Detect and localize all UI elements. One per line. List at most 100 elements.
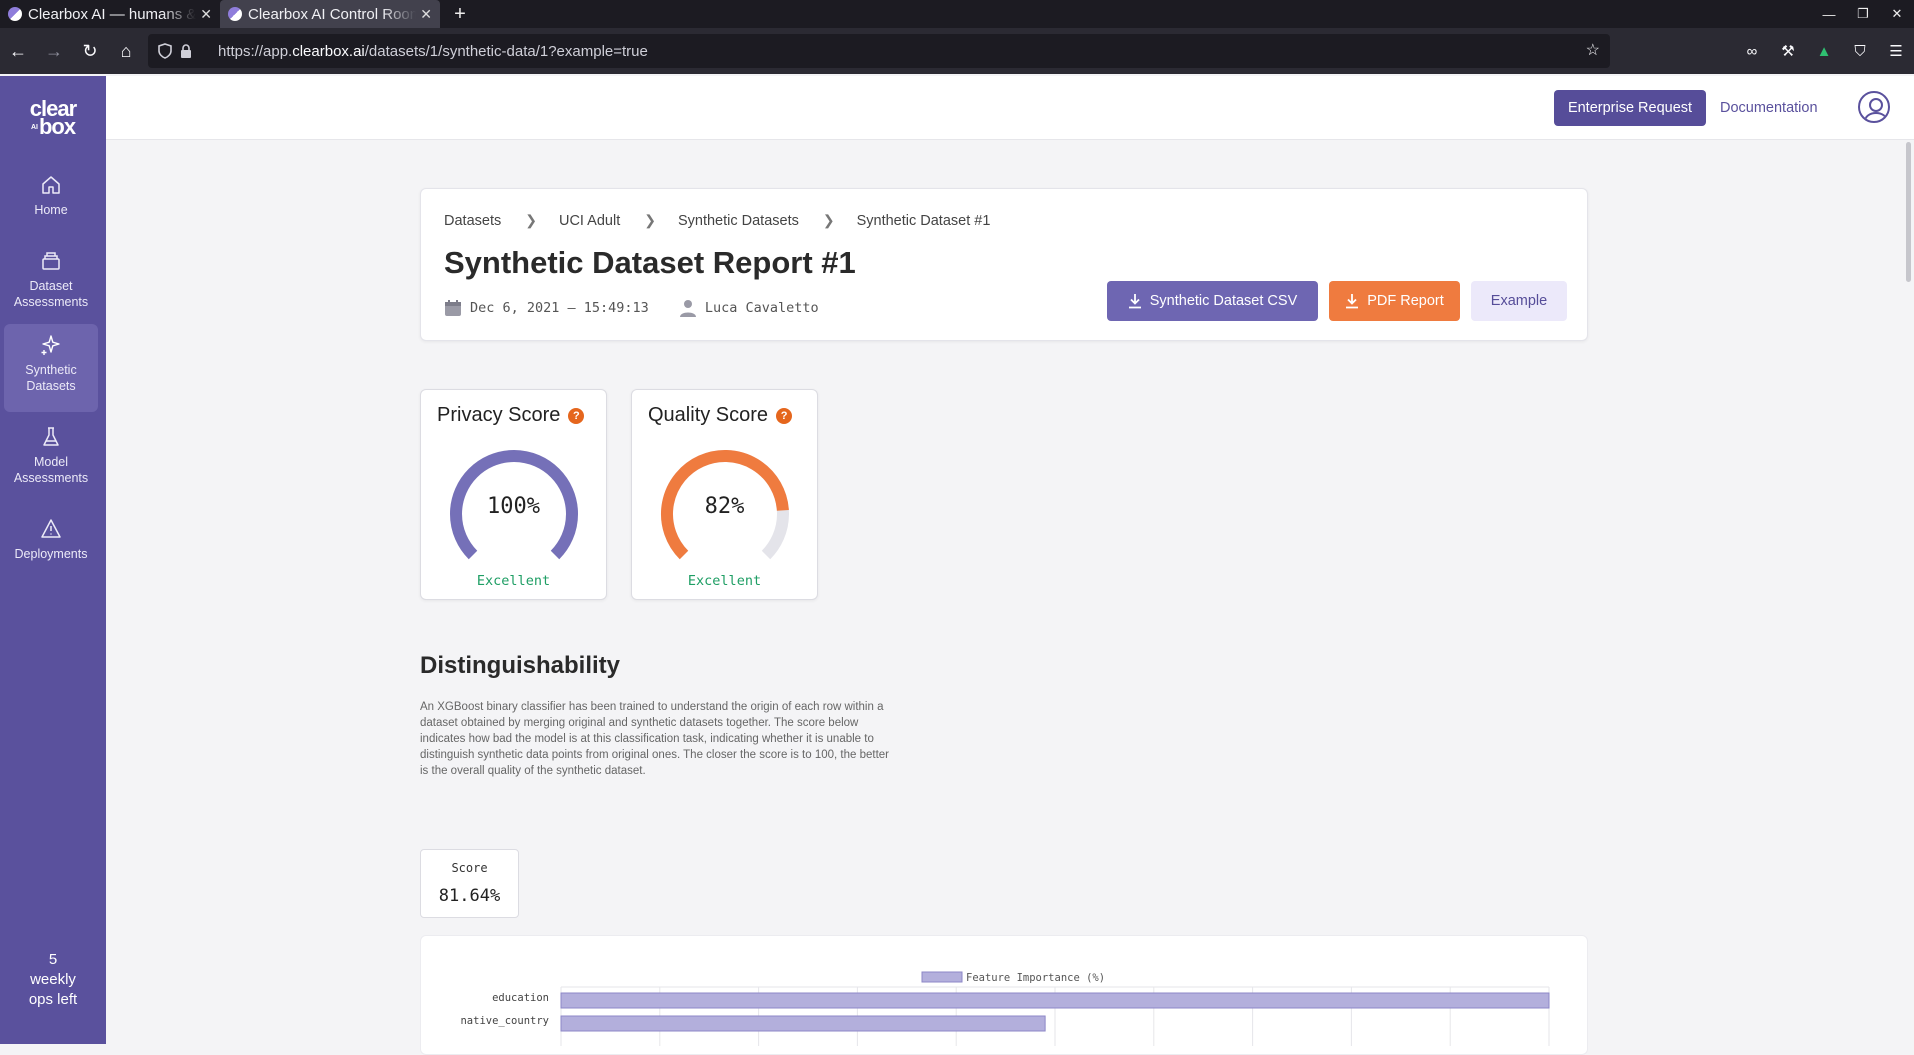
report-meta: Dec 6, 2021 – 15:49:13 Luca Cavaletto (444, 299, 819, 317)
bar[interactable] (560, 992, 1550, 1009)
feature-importance-chart-card: Feature Importance (%) education native_co… (420, 935, 1588, 1055)
app-sidebar: clear AIbox Home Dataset Assessments Syn… (0, 76, 106, 1044)
quality-score-card: Quality Score? 82% Excellent (631, 389, 818, 600)
download-csv-label: Synthetic Dataset CSV (1149, 293, 1298, 309)
privacy-score-rating: Excellent (476, 573, 551, 589)
url-prefix: https://app. (218, 42, 293, 60)
logo-text-bottom: box (38, 114, 76, 139)
breadcrumb: Datasets ❯ UCI Adult ❯ Synthetic Dataset… (444, 212, 990, 229)
browser-tab[interactable]: Clearbox AI — humans & ✕ (0, 0, 220, 28)
tab-title: Clearbox AI Control Room (248, 5, 417, 23)
reload-icon[interactable]: ↻ (72, 33, 108, 69)
download-icon (1128, 294, 1141, 309)
help-icon[interactable]: ? (776, 407, 793, 424)
warning-triangle-icon (41, 519, 61, 538)
example-button[interactable]: Example (1471, 281, 1567, 321)
sidebar-item-model-assessments[interactable]: Model Assessments (4, 416, 98, 496)
user-icon (679, 300, 696, 317)
clearbox-favicon-icon (228, 7, 242, 21)
clearbox-favicon-icon (8, 7, 22, 21)
flask-icon (43, 427, 59, 446)
sidebar-item-label: Deployments (14, 547, 88, 561)
pdf-report-button[interactable]: PDF Report (1329, 281, 1460, 321)
close-window-icon[interactable]: ✕ (1880, 0, 1914, 28)
ops-label-line1: weekly (30, 971, 76, 988)
top-header: Enterprise Request Documentation (106, 76, 1914, 140)
sidebar-item-dataset-assessments[interactable]: Dataset Assessments (4, 240, 98, 320)
scrollbar-thumb[interactable] (1906, 142, 1911, 282)
extensions-bar: ∞ ⚒ ▲ ⛉ ☰ (1734, 28, 1914, 74)
sidebar-item-home[interactable]: Home (4, 164, 98, 230)
lock-icon[interactable] (180, 43, 192, 59)
logo-text-small: AI (30, 124, 38, 132)
browser-nav-bar: ← → ↻ ⌂ https://app.clearbox.ai/datasets… (0, 28, 1914, 74)
new-tab-icon[interactable]: + (446, 0, 474, 28)
page-title: Synthetic Dataset Report #1 (444, 245, 856, 280)
breadcrumb-current: Synthetic Dataset #1 (856, 212, 991, 229)
category-label: native_country (460, 1015, 549, 1027)
enterprise-request-button[interactable]: Enterprise Request (1554, 90, 1706, 126)
user-avatar-icon[interactable] (1858, 91, 1890, 123)
forward-arrow-icon[interactable]: → (36, 33, 72, 69)
breadcrumb-datasets[interactable]: Datasets (444, 213, 501, 229)
section-description: An XGBoost binary classifier has been tr… (420, 701, 889, 777)
bar[interactable] (560, 1015, 1046, 1032)
score-label: Score (451, 861, 488, 875)
chevron-right-icon: ❯ (644, 212, 656, 228)
download-icon (1346, 294, 1359, 309)
back-arrow-icon[interactable]: ← (0, 33, 36, 69)
clearbox-logo[interactable]: clear AIbox (0, 98, 106, 139)
home-icon[interactable]: ⌂ (108, 33, 144, 69)
sidebar-item-label: Dataset Assessments (13, 279, 89, 309)
quality-score-title: Quality Score? (648, 404, 793, 427)
url-domain: clearbox.ai (292, 42, 365, 60)
menu-icon[interactable]: ☰ (1878, 42, 1914, 60)
restore-icon[interactable]: ❐ (1846, 0, 1880, 28)
feature-importance-chart: Feature Importance (%) education native_co… (460, 971, 1550, 1046)
breadcrumb-synthetic-datasets[interactable]: Synthetic Datasets (678, 213, 799, 229)
sidebar-item-synthetic-datasets[interactable]: Synthetic Datasets (4, 324, 98, 412)
close-icon[interactable]: ✕ (200, 6, 212, 23)
browser-tab-active[interactable]: Clearbox AI Control Room ✕ (220, 0, 440, 28)
extension-triangle-icon[interactable]: ▲ (1806, 43, 1842, 60)
url-text: https://app.clearbox.ai/datasets/1/synth… (218, 43, 648, 60)
shield-icon[interactable] (158, 43, 172, 59)
legend-label: Feature Importance (%) (966, 972, 1105, 984)
page-scrollbar[interactable] (1904, 140, 1914, 1044)
minimize-icon[interactable]: — (1812, 0, 1846, 28)
bookmark-star-icon[interactable]: ☆ (1586, 40, 1600, 60)
ops-label-line2: ops left (28, 991, 78, 1008)
tab-title: Clearbox AI — humans & (28, 5, 197, 23)
quality-score-value: 82% (704, 494, 745, 519)
close-icon[interactable]: ✕ (420, 6, 432, 23)
url-path: /datasets/1/synthetic-data/1?example=tru… (364, 42, 648, 60)
sidebar-item-label: Model Assessments (13, 455, 89, 485)
report-date: Dec 6, 2021 – 15:49:13 (470, 300, 649, 316)
category-label: education (492, 992, 549, 1004)
url-bar[interactable]: https://app.clearbox.ai/datasets/1/synth… (148, 34, 1610, 68)
sidebar-item-label: Synthetic Datasets (25, 363, 77, 393)
privacy-score-card: Privacy Score? 100% Excellent (420, 389, 607, 600)
sparkles-icon (41, 335, 60, 355)
privacy-score-title-text: Privacy Score (437, 404, 561, 426)
report-author: Luca Cavaletto (704, 300, 819, 316)
score-value: 81.64% (438, 886, 501, 906)
sidebar-item-deployments[interactable]: Deployments (4, 508, 98, 574)
shield-extension-icon[interactable]: ⛉ (1842, 43, 1878, 60)
distinguishability-score-box: Score 81.64% (420, 849, 519, 918)
breadcrumb-uci-adult[interactable]: UCI Adult (559, 213, 620, 229)
quality-score-title-text: Quality Score (648, 404, 769, 426)
browser-tab-strip: Clearbox AI — humans & ✕ Clearbox AI Con… (0, 0, 1914, 28)
documentation-link[interactable]: Documentation (1720, 100, 1818, 116)
chevron-right-icon: ❯ (822, 212, 835, 228)
report-header-card: Datasets ❯ UCI Adult ❯ Synthetic Dataset… (420, 188, 1588, 341)
pdf-report-label: PDF Report (1367, 293, 1444, 309)
quality-score-rating: Excellent (687, 573, 762, 589)
chevron-right-icon: ❯ (525, 212, 537, 228)
download-csv-button[interactable]: Synthetic Dataset CSV (1107, 281, 1318, 321)
chart-legend: Feature Importance (%) (921, 971, 1105, 984)
help-icon[interactable]: ? (568, 407, 585, 424)
wrench-icon[interactable]: ⚒ (1770, 42, 1806, 60)
privacy-score-value: 100% (487, 494, 540, 519)
mask-icon[interactable]: ∞ (1734, 43, 1770, 60)
